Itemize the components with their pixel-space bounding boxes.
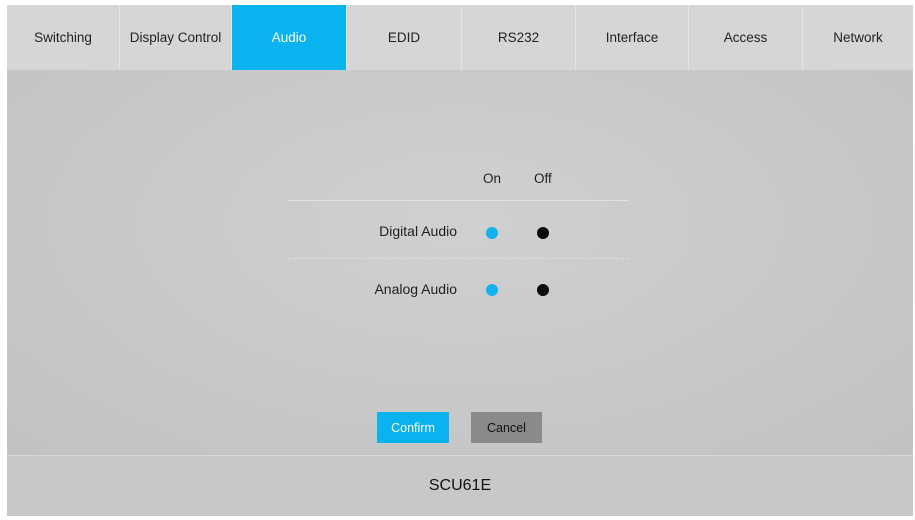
footer-bar: SCU61E xyxy=(7,455,913,516)
device-name: SCU61E xyxy=(428,477,492,494)
tab-label: EDID xyxy=(387,30,421,45)
tab-label: Interface xyxy=(605,30,659,45)
tab-label: Access xyxy=(723,30,768,45)
audio-settings-panel: On Off Digital Audio Analog Audio Confir… xyxy=(7,70,913,455)
analog-audio-label: Analog Audio xyxy=(374,281,457,297)
column-header-on: On xyxy=(483,171,502,186)
cancel-button[interactable]: Cancel xyxy=(471,412,542,443)
analog-audio-on-radio[interactable] xyxy=(486,284,498,296)
tab-display-control[interactable]: Display Control xyxy=(120,5,232,70)
tab-rs232[interactable]: RS232 xyxy=(462,5,576,70)
tab-edid[interactable]: EDID xyxy=(347,5,462,70)
digital-audio-label: Digital Audio xyxy=(379,223,457,239)
analog-audio-off-radio[interactable] xyxy=(537,284,549,296)
row-divider xyxy=(288,258,629,259)
tab-access[interactable]: Access xyxy=(689,5,803,70)
confirm-button[interactable]: Confirm xyxy=(377,412,449,443)
tab-switching[interactable]: Switching xyxy=(7,5,120,70)
tab-label: RS232 xyxy=(497,30,540,45)
cancel-label: Cancel xyxy=(487,420,526,435)
tab-label: Switching xyxy=(34,30,92,45)
tab-label: Display Control xyxy=(129,30,222,45)
tab-label: Network xyxy=(833,30,883,45)
confirm-label: Confirm xyxy=(391,420,435,435)
digital-audio-off-radio[interactable] xyxy=(537,227,549,239)
tab-network[interactable]: Network xyxy=(803,5,913,70)
app-frame: Switching Display Control Audio EDID RS2… xyxy=(7,5,913,516)
column-header-off: Off xyxy=(534,171,552,186)
tab-audio[interactable]: Audio xyxy=(232,5,347,70)
tab-interface[interactable]: Interface xyxy=(576,5,689,70)
digital-audio-on-radio[interactable] xyxy=(486,227,498,239)
tab-label: Audio xyxy=(271,30,307,45)
header-divider xyxy=(288,200,629,201)
top-nav-tabs: Switching Display Control Audio EDID RS2… xyxy=(7,5,913,70)
